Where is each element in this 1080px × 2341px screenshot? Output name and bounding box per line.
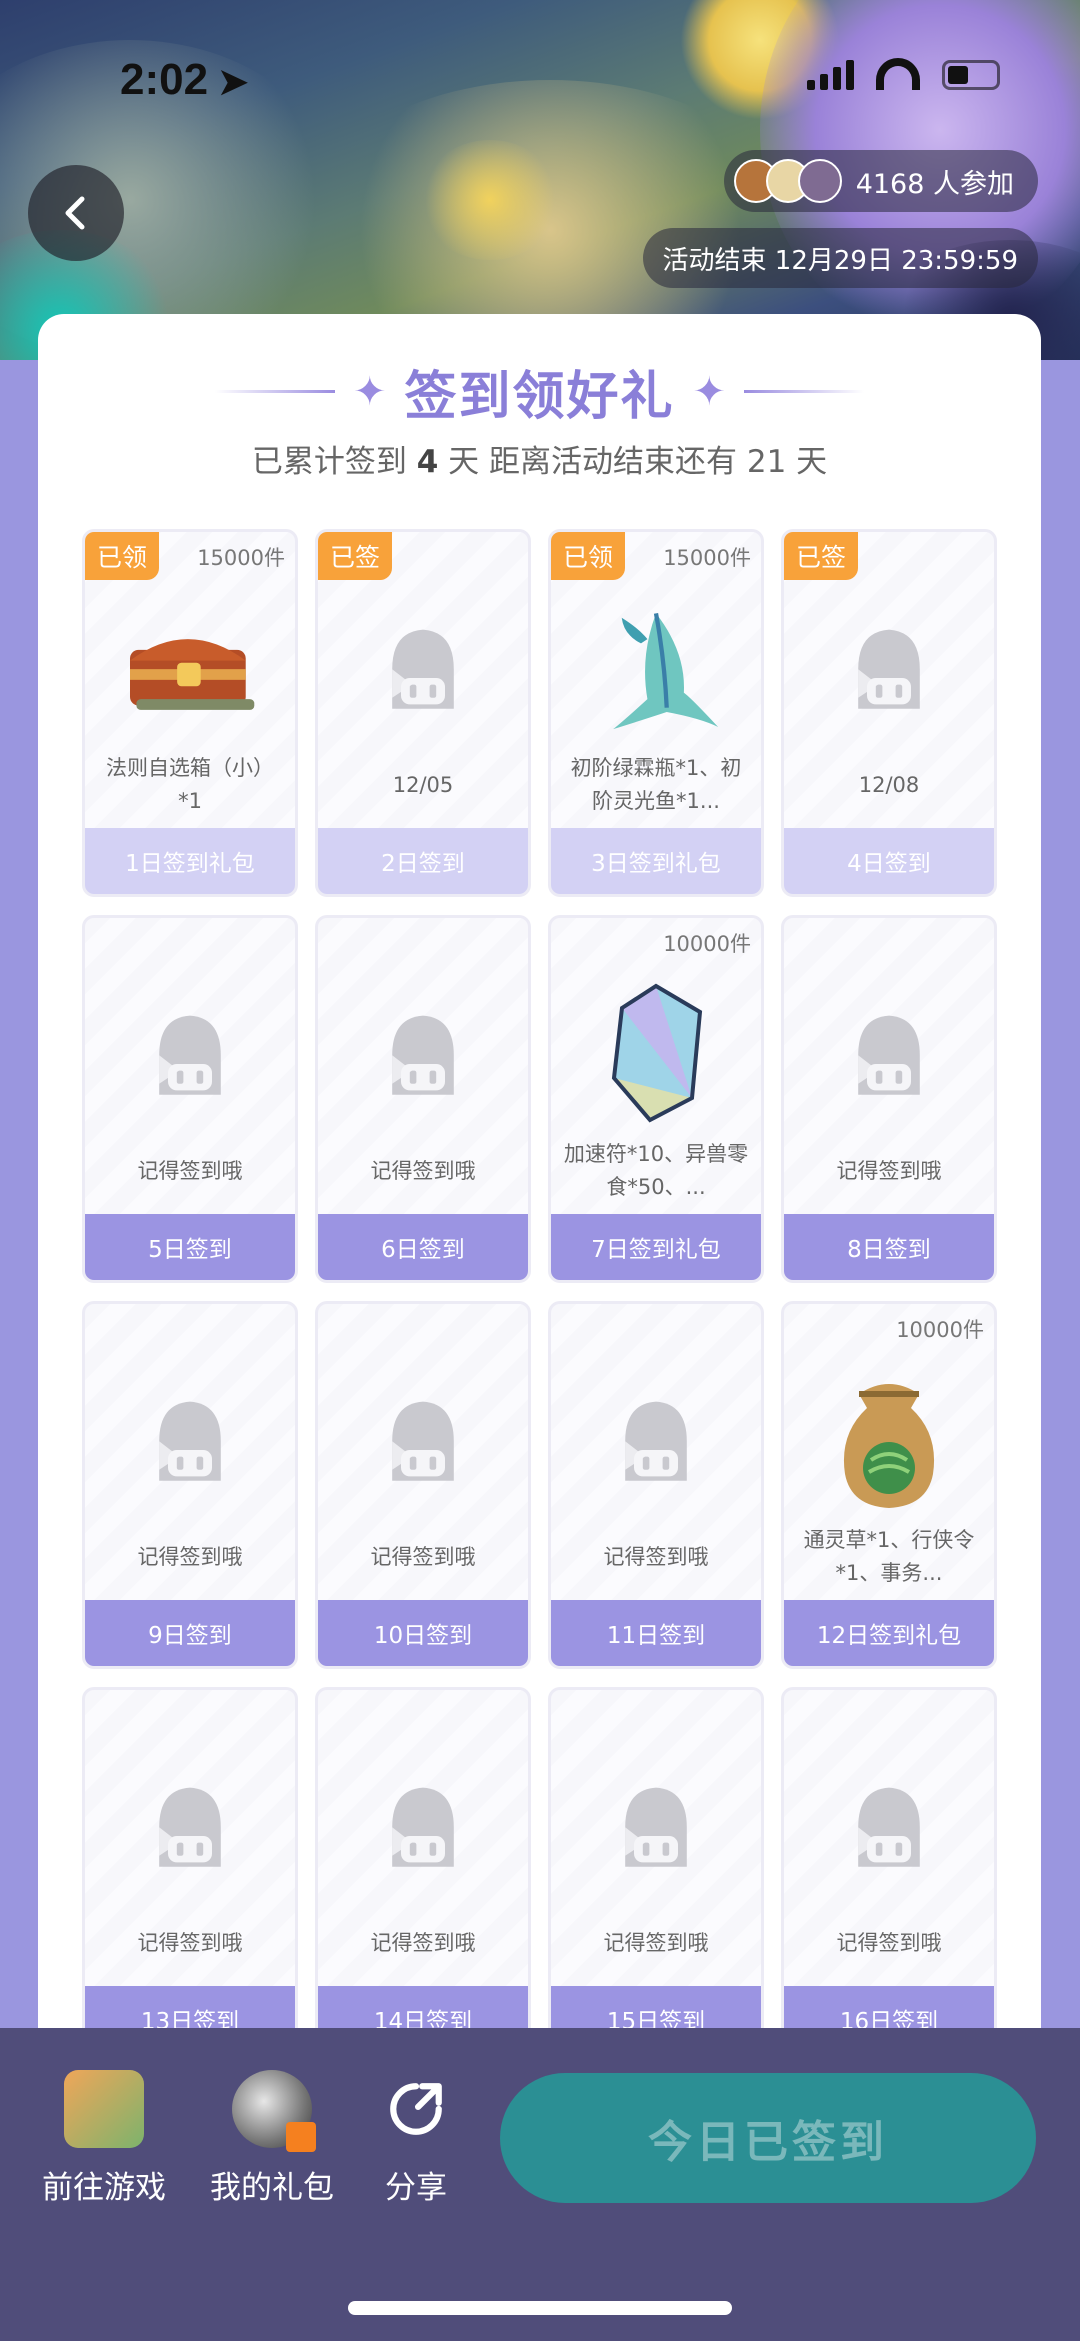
participants-pill: 4168 人参加	[723, 150, 1038, 212]
game-app-icon	[64, 2070, 144, 2148]
checkin-summary: 已累计签到 4 天 距离活动结束还有 21 天	[251, 444, 828, 480]
day-label: 10日签到	[318, 1600, 528, 1666]
reward-description: 12/08	[858, 772, 920, 797]
placeholder-icon	[318, 1364, 528, 1514]
reward-description: 记得签到哦	[137, 1544, 243, 1569]
reward-description: 法则自选箱（小）*1	[106, 756, 274, 813]
day-label: 2日签到	[318, 828, 528, 894]
reward-description: 加速符*10、异兽零食*50、...	[563, 1142, 749, 1199]
wifi-icon	[876, 58, 920, 90]
header-banner: 2:02 ➤ 4168 人参加 活动结束 12月29日 23:59:59	[0, 0, 1080, 360]
checkin-day-card[interactable]: 记得签到哦 8日签到	[781, 915, 997, 1283]
checkin-day-card[interactable]: 记得签到哦 5日签到	[82, 915, 298, 1283]
placeholder-icon	[85, 1364, 295, 1514]
spirit-fish-icon	[551, 592, 761, 742]
reward-description: 记得签到哦	[370, 1930, 476, 1955]
reward-description: 记得签到哦	[137, 1930, 243, 1955]
treasure-chest-icon	[85, 592, 295, 742]
claimed-badge: 已签	[318, 532, 393, 580]
claimed-badge: 已领	[85, 532, 160, 580]
stock-count: 15000件	[197, 546, 285, 570]
title-divider-right	[744, 390, 865, 393]
card-title-row: ✦ 签到领好礼 ✦	[38, 354, 1041, 429]
stock-count: 10000件	[663, 932, 751, 956]
day-label: 4日签到	[784, 828, 994, 894]
share-button[interactable]: 分享	[376, 2070, 456, 2207]
placeholder-icon	[85, 978, 295, 1128]
day-label: 9日签到	[85, 1600, 295, 1666]
checkin-grid: 已领 15000件法则自选箱（小）*1 1日签到礼包 已签 12/05 2日签到 已领 150…	[82, 529, 999, 2055]
sparkle-icon: ✦	[352, 368, 387, 415]
checkin-day-card[interactable]: 10000件加速符*10、异兽零食*50、... 7日签到礼包	[548, 915, 764, 1283]
checkin-day-card[interactable]: 已签 12/08 4日签到	[781, 529, 997, 897]
placeholder-icon	[551, 1364, 761, 1514]
day-label: 1日签到礼包	[85, 828, 295, 894]
participants-count: 4168 人参加	[855, 168, 1014, 200]
day-label: 12日签到礼包	[784, 1600, 994, 1666]
day-label: 8日签到	[784, 1214, 994, 1280]
reward-description: 记得签到哦	[370, 1158, 476, 1183]
placeholder-icon	[784, 1750, 994, 1900]
placeholder-icon	[318, 592, 528, 742]
claimed-badge: 已领	[551, 532, 626, 580]
back-button[interactable]	[28, 165, 124, 261]
go-to-game-button[interactable]: 前往游戏	[42, 2070, 166, 2207]
seed-bag-icon	[784, 1364, 994, 1514]
reward-description: 通灵草*1、行侠令*1、事务...	[803, 1528, 975, 1585]
stock-count: 10000件	[896, 1318, 984, 1342]
checkin-day-card[interactable]: 记得签到哦 15日签到	[548, 1687, 764, 2055]
location-arrow-icon: ➤	[218, 61, 249, 102]
checkin-day-card[interactable]: 记得签到哦 6日签到	[315, 915, 531, 1283]
placeholder-icon	[784, 978, 994, 1128]
participant-avatars	[733, 159, 842, 203]
my-gifts-button[interactable]: 我的礼包	[210, 2070, 334, 2207]
placeholder-icon	[318, 1750, 528, 1900]
home-indicator[interactable]	[348, 2301, 732, 2315]
event-end-time: 活动结束 12月29日 23:59:59	[642, 228, 1038, 288]
checkin-day-card[interactable]: 记得签到哦 9日签到	[82, 1301, 298, 1669]
reward-description: 记得签到哦	[836, 1930, 942, 1955]
crystal-icon	[551, 978, 761, 1128]
checkin-day-card[interactable]: 已签 12/05 2日签到	[315, 529, 531, 897]
checkin-day-card[interactable]: 记得签到哦 14日签到	[315, 1687, 531, 2055]
reward-description: 12/05	[392, 772, 454, 797]
reward-description: 记得签到哦	[137, 1158, 243, 1183]
placeholder-icon	[551, 1750, 761, 1900]
card-title: 签到领好礼	[404, 367, 675, 427]
sparkle-icon: ✦	[692, 368, 727, 415]
system-status-icons	[807, 58, 1000, 90]
checkin-day-card[interactable]: 记得签到哦 11日签到	[548, 1301, 764, 1669]
placeholder-icon	[784, 592, 994, 742]
title-divider-left	[214, 390, 335, 393]
checkin-day-card[interactable]: 记得签到哦 16日签到	[781, 1687, 997, 2055]
placeholder-icon	[85, 1750, 295, 1900]
checkin-card: ✦ 签到领好礼 ✦ 已累计签到 4 天 距离活动结束还有 21 天 已领 1500…	[38, 314, 1041, 2114]
checkin-day-card[interactable]: 已领 15000件法则自选箱（小）*1 1日签到礼包	[82, 529, 298, 897]
reward-description: 记得签到哦	[370, 1544, 476, 1569]
cellular-signal-icon	[807, 60, 854, 90]
battery-icon	[942, 60, 1000, 90]
status-time: 2:02 ➤	[120, 55, 249, 104]
day-label: 7日签到礼包	[551, 1214, 761, 1280]
share-icon	[376, 2070, 456, 2148]
user-avatar-gift-icon	[232, 2070, 316, 2152]
checkin-day-card[interactable]: 记得签到哦 13日签到	[82, 1687, 298, 2055]
checkin-day-card[interactable]: 10000件通灵草*1、行侠令*1、事务... 12日签到礼包	[781, 1301, 997, 1669]
day-label: 6日签到	[318, 1214, 528, 1280]
reward-description: 记得签到哦	[603, 1930, 709, 1955]
checked-in-today-button[interactable]: 今日已签到	[500, 2073, 1036, 2203]
bottom-action-bar: 前往游戏 我的礼包 分享 今日已签到	[0, 2028, 1080, 2341]
reward-description: 记得签到哦	[836, 1158, 942, 1183]
day-label: 3日签到礼包	[551, 828, 761, 894]
reward-description: 初阶绿霖瓶*1、初阶灵光鱼*1...	[570, 756, 742, 813]
day-label: 5日签到	[85, 1214, 295, 1280]
day-label: 11日签到	[551, 1600, 761, 1666]
checkin-day-card[interactable]: 记得签到哦 10日签到	[315, 1301, 531, 1669]
placeholder-icon	[318, 978, 528, 1128]
stock-count: 15000件	[663, 546, 751, 570]
chevron-left-icon	[65, 196, 85, 230]
checkin-day-card[interactable]: 已领 15000件初阶绿霖瓶*1、初阶灵光鱼*1... 3日签到礼包	[548, 529, 764, 897]
claimed-badge: 已签	[784, 532, 859, 580]
reward-description: 记得签到哦	[603, 1544, 709, 1569]
